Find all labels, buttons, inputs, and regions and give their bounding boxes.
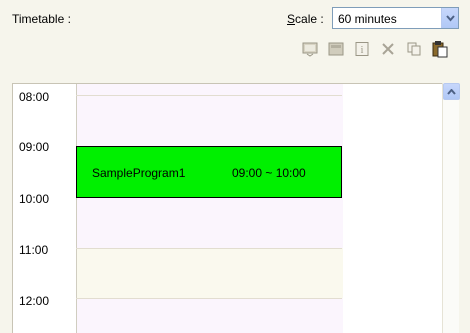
slot-0800[interactable]	[77, 84, 343, 146]
scale-select[interactable]: 60 minutes	[332, 7, 459, 29]
hour-gridline	[76, 95, 342, 96]
hour-label: 10:00	[19, 192, 50, 206]
event-time: 09:00 ~ 10:00	[232, 166, 306, 180]
copy-icon[interactable]	[404, 39, 424, 59]
slot-1200[interactable]	[77, 298, 343, 333]
scale-label: Scale :	[287, 12, 324, 26]
event-name: SampleProgram1	[92, 166, 186, 180]
slot-1000[interactable]	[77, 198, 343, 248]
chevron-down-icon[interactable]	[441, 8, 458, 28]
slot-1100[interactable]	[77, 248, 343, 298]
hour-gridline	[76, 248, 342, 249]
hour-label: 09:00	[19, 140, 50, 154]
program-event[interactable]: SampleProgram1 09:00 ~ 10:00	[76, 146, 342, 198]
delete-icon[interactable]	[378, 39, 398, 59]
scale-select-value: 60 minutes	[338, 12, 397, 26]
scale-label-text: cale :	[295, 12, 324, 26]
program-icon[interactable]	[326, 39, 346, 59]
hour-label: 08:00	[19, 90, 50, 104]
svg-text:i: i	[361, 45, 364, 56]
vertical-scrollbar[interactable]	[442, 83, 460, 333]
toolbar: i	[300, 36, 470, 62]
timetable-panel: Timetable : Scale : 60 minutes i 08:00 0…	[0, 0, 470, 333]
scale-mnemonic: S	[287, 12, 296, 26]
paste-icon[interactable]	[430, 39, 450, 59]
day-column[interactable]	[76, 84, 343, 333]
time-column: 08:00 09:00 10:00 11:00 12:00	[13, 84, 76, 333]
hour-label: 11:00	[19, 243, 49, 257]
scroll-up-button[interactable]	[443, 83, 460, 100]
hour-label: 12:00	[19, 294, 50, 308]
timetable-grid[interactable]: 08:00 09:00 10:00 11:00 12:00 SampleProg…	[12, 83, 459, 333]
timetable-title: Timetable :	[12, 12, 71, 26]
schedule-icon[interactable]	[300, 39, 320, 59]
hour-gridline	[76, 298, 342, 299]
info-icon[interactable]: i	[352, 39, 372, 59]
header-row: Timetable : Scale : 60 minutes	[0, 0, 470, 36]
